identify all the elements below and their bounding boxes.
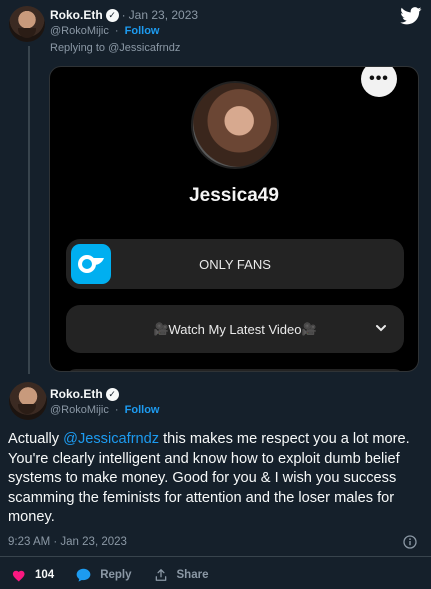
action-bar: 104 Reply Share xyxy=(12,568,230,582)
replying-to-handle[interactable]: @Jessicafrndz xyxy=(108,42,180,54)
mention-link[interactable]: @Jessicafrndz xyxy=(63,431,159,447)
reply-button[interactable]: Reply xyxy=(76,568,132,582)
thread-line xyxy=(28,46,30,374)
follow-button[interactable]: Follow xyxy=(125,25,160,37)
reply-label: Reply xyxy=(100,569,132,581)
video-camera-icon: 🎥 xyxy=(301,322,317,336)
latest-video-label: Watch My Latest Video xyxy=(168,321,302,337)
more-icon[interactable]: ••• xyxy=(361,67,397,97)
onlyfans-link-button[interactable]: ONLY FANS xyxy=(66,239,404,289)
author-name[interactable]: Roko.Eth xyxy=(50,8,103,22)
divider xyxy=(0,556,431,557)
avatar[interactable] xyxy=(9,382,47,420)
video-camera-icon: 🎥 xyxy=(153,322,169,336)
share-button[interactable]: Share xyxy=(154,568,209,582)
separator: · xyxy=(114,404,119,416)
follow-button[interactable]: Follow xyxy=(125,404,160,416)
handle-row: @RokoMijic · Follow xyxy=(50,404,159,416)
verified-icon: ✓ xyxy=(105,8,119,22)
heart-icon xyxy=(12,570,25,582)
next-link-card xyxy=(66,369,404,371)
share-icon xyxy=(155,569,166,581)
like-button[interactable]: 104 xyxy=(12,569,54,582)
author-handle[interactable]: @RokoMijic xyxy=(50,25,109,37)
replying-to: Replying to @Jessicafrndz xyxy=(50,42,180,54)
profile-picture xyxy=(191,81,279,169)
verified-icon: ✓ xyxy=(105,387,119,401)
tweet-text: Actually @Jessicafrndz this makes me res… xyxy=(8,430,422,528)
tweet-date[interactable]: Jan 23, 2023 xyxy=(129,8,198,22)
separator: · xyxy=(114,25,119,37)
embedded-image[interactable]: ••• Jessica49 ONLY FANS 🎥 Watch My Lates… xyxy=(49,66,419,372)
share-label: Share xyxy=(176,569,209,581)
separator: · xyxy=(121,8,126,22)
handle-row: @RokoMijic · Follow xyxy=(50,25,159,37)
onlyfans-link-label: ONLY FANS xyxy=(199,256,271,272)
author-handle[interactable]: @RokoMijic xyxy=(50,404,109,416)
latest-video-link-button[interactable]: 🎥 Watch My Latest Video 🎥 xyxy=(66,305,404,353)
chevron-down-icon[interactable] xyxy=(374,321,388,335)
tweet-header: Roko.Eth ✓ xyxy=(50,387,119,401)
replying-to-prefix: Replying to xyxy=(50,42,106,54)
reply-icon xyxy=(76,568,91,582)
onlyfans-logo-icon xyxy=(71,244,111,284)
tweet-timestamp[interactable]: 9:23 AM · Jan 23, 2023 xyxy=(8,536,127,548)
tweet-text-prefix: Actually xyxy=(8,431,64,447)
twitter-logo-icon[interactable] xyxy=(400,7,422,25)
author-name[interactable]: Roko.Eth xyxy=(50,387,103,401)
like-count: 104 xyxy=(35,569,55,581)
info-icon[interactable] xyxy=(403,535,417,549)
avatar[interactable] xyxy=(9,6,45,42)
tweet-header: Roko.Eth ✓ · Jan 23, 2023 xyxy=(50,8,198,22)
profile-name: Jessica49 xyxy=(189,185,279,206)
